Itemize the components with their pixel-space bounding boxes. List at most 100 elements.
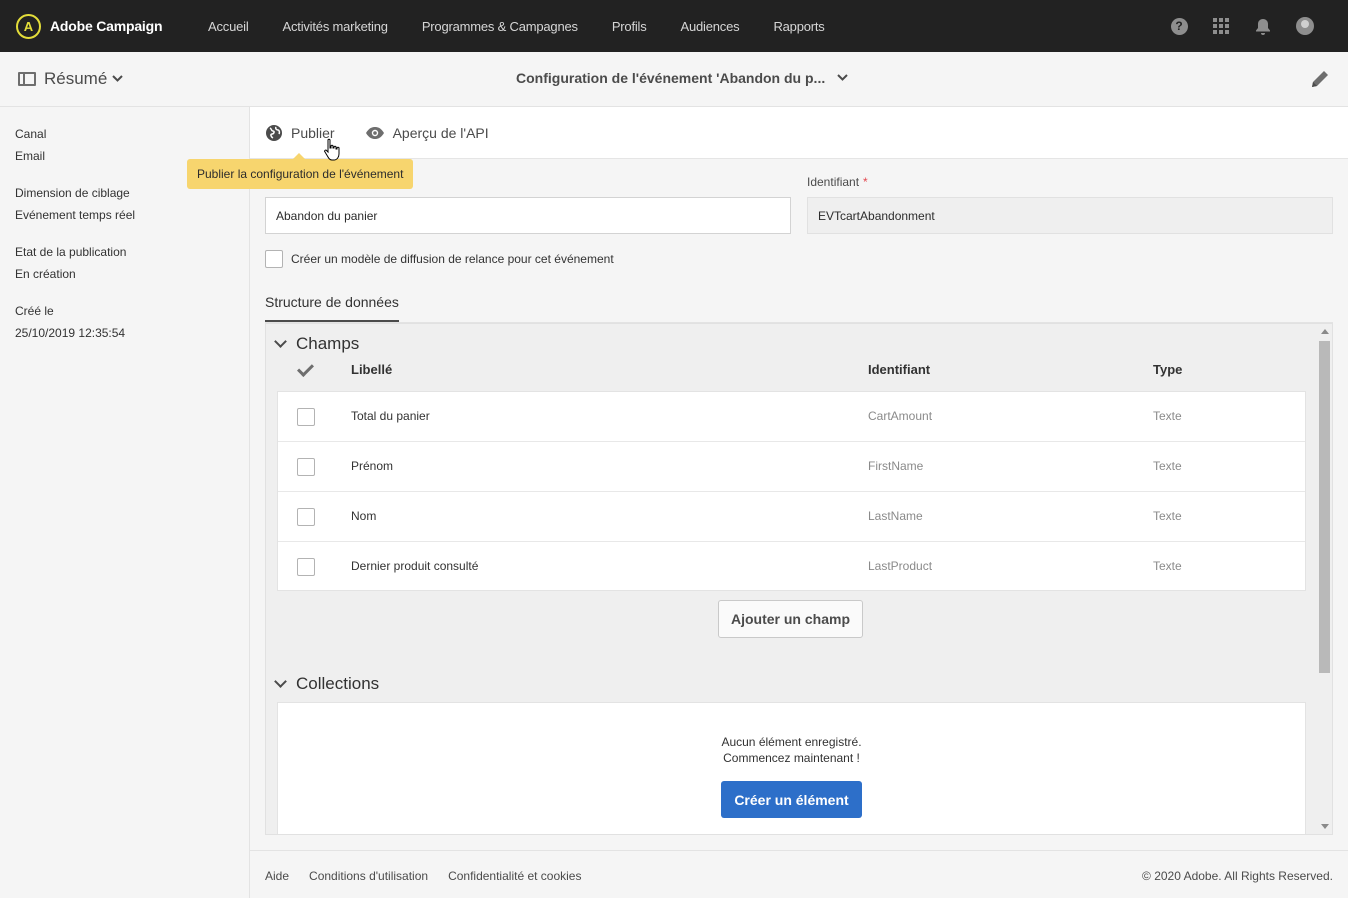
summary-value: 25/10/2019 12:35:54: [15, 326, 126, 340]
summary-toggle[interactable]: Résumé: [18, 69, 124, 89]
footer-link-conditions[interactable]: Conditions d'utilisation: [309, 869, 428, 883]
label-input[interactable]: Abandon du panier: [265, 197, 791, 234]
main-content: Publier Aperçu de l'API Identifiant * Aba…: [250, 107, 1348, 898]
scroll-up-arrow-icon[interactable]: [1321, 329, 1329, 334]
summary-item-etat: Etat de la publication En création: [15, 241, 249, 285]
cell-libelle: Total du panier: [351, 409, 430, 423]
add-field-button[interactable]: Ajouter un champ: [718, 600, 863, 638]
footer-link-confidentialite[interactable]: Confidentialité et cookies: [448, 869, 581, 883]
cell-identifiant: LastProduct: [868, 559, 933, 573]
chevron-down-icon: [837, 74, 848, 81]
reminder-checkbox[interactable]: [265, 250, 283, 268]
notifications-button[interactable]: [1242, 0, 1284, 52]
row-checkbox[interactable]: [297, 458, 315, 476]
row-checkbox[interactable]: [297, 408, 315, 426]
pencil-icon[interactable]: [1309, 68, 1331, 90]
empty-state-line-2: Commencez maintenant !: [723, 751, 860, 765]
nav-item-activites-marketing[interactable]: Activités marketing: [283, 19, 388, 34]
label-input-value: Abandon du panier: [276, 208, 378, 223]
fields-table: Total du panier CartAmount Texte Prénom …: [277, 391, 1306, 591]
copyright: © 2020 Adobe. All Rights Reserved.: [1142, 869, 1333, 883]
row-checkbox[interactable]: [297, 558, 315, 576]
summary-label: Créé le: [15, 304, 54, 318]
eye-icon: [365, 126, 384, 139]
column-header-libelle[interactable]: Libellé: [351, 362, 392, 377]
table-row[interactable]: Total du panier CartAmount Texte: [278, 392, 1305, 442]
help-button[interactable]: ?: [1158, 0, 1200, 52]
column-header-type[interactable]: Type: [1153, 362, 1182, 377]
cell-type: Texte: [1153, 409, 1182, 423]
apps-button[interactable]: [1200, 0, 1242, 52]
main-nav: Accueil Activités marketing Programmes &…: [208, 19, 859, 34]
collections-title: Collections: [296, 674, 380, 693]
nav-item-programmes-campagnes[interactable]: Programmes & Campagnes: [422, 19, 578, 34]
chevron-down-icon: [274, 675, 287, 688]
top-navigation-bar: A Adobe Campaign Accueil Activités marke…: [0, 0, 1348, 52]
cell-type: Texte: [1153, 509, 1182, 523]
panel-icon: [18, 72, 36, 86]
nav-item-profils[interactable]: Profils: [612, 19, 647, 34]
table-row[interactable]: Nom LastName Texte: [278, 492, 1305, 542]
help-icon: ?: [1170, 17, 1188, 35]
scroll-down-arrow-icon[interactable]: [1321, 824, 1329, 829]
summary-label: Canal: [15, 127, 47, 141]
adobe-campaign-logo-icon: A: [16, 13, 41, 39]
footer-links: Aide Conditions d'utilisation Confidenti…: [265, 869, 601, 883]
globe-icon: [266, 124, 282, 141]
footer: Aide Conditions d'utilisation Confidenti…: [250, 850, 1348, 898]
api-preview-button[interactable]: Aperçu de l'API: [365, 125, 489, 141]
row-checkbox[interactable]: [297, 508, 315, 526]
table-row[interactable]: Dernier produit consulté LastProduct Tex…: [278, 542, 1305, 590]
nav-item-audiences[interactable]: Audiences: [681, 19, 740, 34]
data-structure-panel: Champs Libellé Identifiant Type Total du…: [265, 323, 1333, 835]
reminder-checkbox-label: Créer un modèle de diffusion de relance …: [291, 252, 614, 266]
tab-structure-donnees[interactable]: Structure de données: [265, 294, 399, 322]
identifier-input-value: EVTcartAbandonment: [818, 208, 935, 223]
collections-section-header[interactable]: Collections: [274, 674, 380, 694]
fields-section-header[interactable]: Champs: [274, 334, 360, 354]
summary-panel: Canal Email Dimension de ciblage Evéneme…: [0, 107, 250, 898]
publish-tooltip: Publier la configuration de l'événement: [187, 153, 414, 189]
user-menu-button[interactable]: [1284, 0, 1326, 52]
cell-libelle: Dernier produit consulté: [351, 559, 479, 573]
brand[interactable]: A Adobe Campaign: [16, 13, 208, 39]
bell-icon: [1256, 18, 1270, 35]
hand-cursor-icon: [324, 138, 340, 161]
nav-item-rapports[interactable]: Rapports: [773, 19, 824, 34]
brand-name: Adobe Campaign: [50, 18, 163, 34]
cell-libelle: Nom: [351, 509, 377, 523]
required-marker: *: [863, 175, 868, 189]
page-title-text: Configuration de l'événement 'Abandon du…: [516, 70, 826, 86]
identifier-label-text: Identifiant: [807, 175, 860, 189]
column-header-identifiant[interactable]: Identifiant: [868, 362, 930, 377]
empty-state-line-1: Aucun élément enregistré.: [721, 735, 862, 749]
select-all-check-icon[interactable]: [297, 360, 314, 377]
scrollbar-thumb[interactable]: [1319, 341, 1330, 673]
create-element-button[interactable]: Créer un élément: [721, 781, 862, 818]
identifier-label: Identifiant *: [807, 175, 868, 189]
scrollbar[interactable]: [1318, 324, 1330, 834]
api-preview-label: Aperçu de l'API: [392, 124, 489, 141]
fields-title: Champs: [296, 334, 360, 353]
cell-libelle: Prénom: [351, 459, 394, 473]
nav-item-accueil[interactable]: Accueil: [208, 19, 249, 34]
summary-value: Evénement temps réel: [15, 208, 136, 222]
chevron-down-icon: [112, 75, 124, 82]
collections-empty-state: Aucun élément enregistré. Commencez main…: [277, 702, 1306, 834]
reminder-checkbox-row[interactable]: Créer un modèle de diffusion de relance …: [265, 250, 614, 268]
identifier-input[interactable]: EVTcartAbandonment: [807, 197, 1333, 234]
summary-item-cree-le: Créé le 25/10/2019 12:35:54: [15, 300, 249, 344]
summary-label: Résumé: [44, 69, 108, 88]
user-avatar-icon: [1296, 17, 1314, 35]
object-header: Résumé Configuration de l'événement 'Aba…: [0, 52, 1348, 107]
fields-table-header: Libellé Identifiant Type: [278, 360, 1306, 390]
cell-identifiant: CartAmount: [868, 409, 933, 423]
cell-identifiant: LastName: [868, 509, 923, 523]
page-title[interactable]: Configuration de l'événement 'Abandon du…: [516, 70, 848, 86]
footer-link-aide[interactable]: Aide: [265, 869, 289, 883]
cell-type: Texte: [1153, 559, 1182, 573]
cell-type: Texte: [1153, 459, 1182, 473]
summary-label: Etat de la publication: [15, 245, 127, 259]
cell-identifiant: FirstName: [868, 459, 924, 473]
table-row[interactable]: Prénom FirstName Texte: [278, 442, 1305, 492]
